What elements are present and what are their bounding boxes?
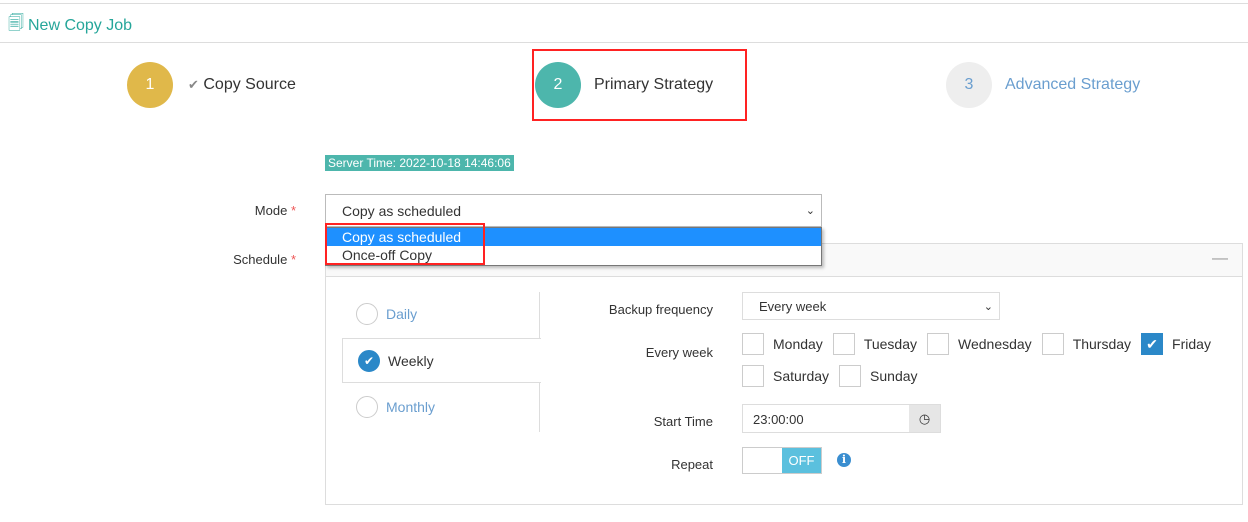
checkbox-icon[interactable] xyxy=(927,333,949,355)
copy-document-icon: 🗐 xyxy=(8,15,24,32)
divider xyxy=(0,3,1248,4)
step-1[interactable]: ✔ Copy Source xyxy=(188,76,296,94)
day-checkboxes: Monday Tuesday Wednesday Thursday ✔ Friday Sat… xyxy=(742,333,1212,387)
start-time-input[interactable]: 23:00:00 ◷ xyxy=(742,404,941,433)
chevron-down-icon: ⌄ xyxy=(983,300,993,313)
day-checkbox-sunday[interactable]: Sunday xyxy=(839,365,918,387)
check-circle-icon: ✔ xyxy=(358,349,380,372)
server-time-badge: Server Time: 2022-10-18 14:46:06 xyxy=(325,155,514,171)
check-icon: ✔ xyxy=(188,77,199,92)
info-icon[interactable]: i xyxy=(837,453,851,467)
checkbox-icon[interactable] xyxy=(742,333,764,355)
every-week-label: Every week xyxy=(645,345,713,360)
schedule-tabs: Daily ✔ Weekly Monthly xyxy=(342,292,541,432)
checkbox-icon[interactable] xyxy=(742,365,764,387)
schedule-label: Schedule * xyxy=(233,252,296,267)
tab-daily[interactable]: Daily xyxy=(356,303,417,325)
checkbox-checked-icon[interactable]: ✔ xyxy=(1141,333,1164,355)
tab-monthly[interactable]: Monthly xyxy=(356,396,435,418)
backup-frequency-label: Backup frequency xyxy=(608,302,713,317)
tab-weekly[interactable]: ✔ Weekly xyxy=(342,338,541,383)
chevron-down-icon: ⌄ xyxy=(805,205,815,217)
day-checkbox-tuesday[interactable]: Tuesday xyxy=(832,333,917,355)
repeat-label: Repeat xyxy=(671,457,713,472)
step-3-circle: 3 xyxy=(946,62,992,108)
collapse-icon[interactable]: — xyxy=(1212,250,1228,268)
step-1-circle: 1 xyxy=(127,62,173,108)
day-checkbox-friday[interactable]: ✔ Friday xyxy=(1141,333,1211,355)
checkbox-icon[interactable] xyxy=(1041,333,1064,355)
day-checkbox-saturday[interactable]: Saturday xyxy=(742,365,829,387)
day-checkbox-wednesday[interactable]: Wednesday xyxy=(927,333,1032,355)
schedule-panel: — Daily ✔ Weekly Monthly Backup frequency… xyxy=(325,243,1243,505)
backup-frequency-select[interactable]: Every week ⌄ xyxy=(742,292,1000,320)
highlight-box xyxy=(325,223,485,265)
checkbox-icon[interactable] xyxy=(832,333,855,355)
radio-icon xyxy=(356,303,378,325)
checkbox-icon[interactable] xyxy=(839,365,862,387)
repeat-toggle[interactable]: OFF xyxy=(742,447,822,474)
start-time-label: Start Time xyxy=(653,414,713,429)
highlight-box xyxy=(532,49,747,121)
day-checkbox-thursday[interactable]: Thursday xyxy=(1041,333,1131,355)
divider xyxy=(0,42,1248,43)
clock-icon[interactable]: ◷ xyxy=(909,405,940,432)
mode-label: Mode * xyxy=(254,203,296,218)
radio-icon xyxy=(356,396,378,418)
day-checkbox-monday[interactable]: Monday xyxy=(742,333,823,355)
page-title: 🗐 New Copy Job xyxy=(8,12,132,39)
step-3[interactable]: Advanced Strategy xyxy=(1005,76,1140,94)
